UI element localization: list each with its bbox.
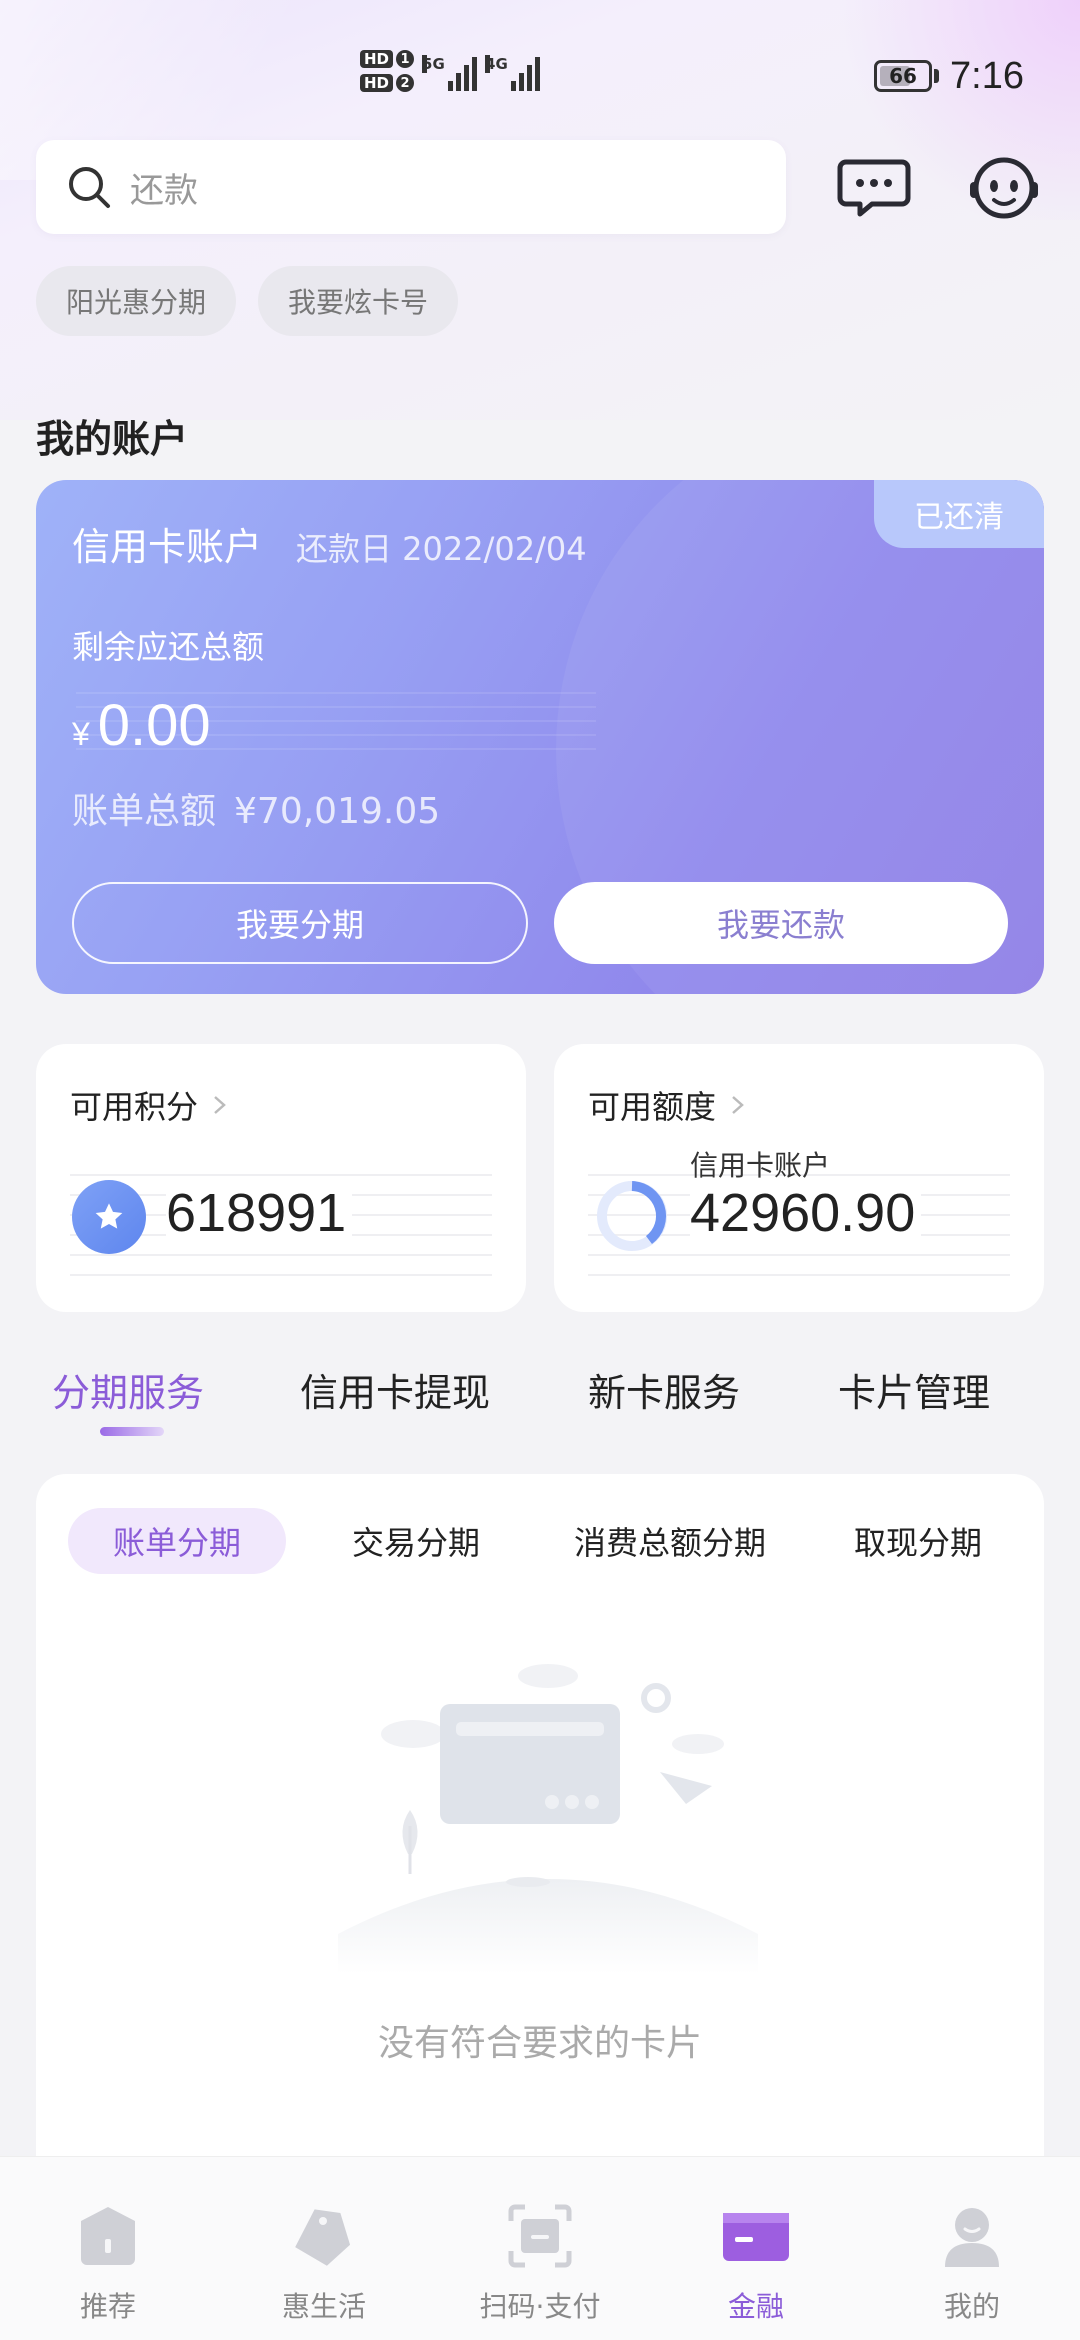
nav-label: 金融	[727, 2290, 784, 2323]
hd-indicator-2: HD 2	[360, 74, 415, 92]
installment-panel: 账单分期 交易分期 消费总额分期 取现分期 没有符合要求的卡片	[36, 1474, 1044, 2174]
signal-4g-icon: 4G	[485, 51, 541, 91]
empty-state-text: 没有符合要求的卡片	[377, 2023, 702, 2064]
chat-icon[interactable]	[836, 148, 912, 224]
assistant-robot-icon[interactable]	[966, 148, 1042, 224]
subtab-cash-installment[interactable]: 取现分期	[820, 1508, 1016, 1574]
credit-limit-value: 42960.90	[690, 1182, 922, 1244]
tab-new-card-service[interactable]: 新卡服务	[588, 1362, 740, 1417]
remaining-label: 剩余应还总额	[72, 628, 265, 666]
scan-icon	[508, 2204, 572, 2268]
nav-label: 推荐	[79, 2290, 136, 2323]
card-title: 信用卡账户	[72, 525, 263, 569]
nav-recommend[interactable]: 推荐	[0, 2157, 216, 2340]
nav-label: 扫码·支付	[479, 2290, 601, 2323]
nav-finance[interactable]: 金融	[648, 2157, 864, 2340]
remaining-amount: ¥0.00	[72, 692, 211, 759]
battery-icon: 66	[874, 60, 939, 92]
tab-installment-service[interactable]: 分期服务	[52, 1362, 204, 1417]
points-value: 618991	[166, 1182, 353, 1244]
nav-label: 惠生活	[281, 2290, 366, 2323]
clock: 7:16	[950, 55, 1024, 97]
points-label: 可用积分	[70, 1082, 230, 1128]
battery-level: 66	[889, 64, 917, 88]
credit-limit-label: 可用额度	[588, 1082, 748, 1128]
search-placeholder: 还款	[130, 170, 198, 211]
subtab-total-spend-installment[interactable]: 消费总额分期	[540, 1508, 800, 1574]
recommend-icon	[81, 2207, 135, 2265]
bill-total-value: ¥70,019.05	[234, 791, 441, 832]
status-badge: 已还清	[874, 480, 1044, 548]
bill-total-label: 账单总额	[72, 791, 217, 832]
bill-total: 账单总额 ¥70,019.05	[72, 782, 440, 834]
repay-button[interactable]: 我要还款	[554, 882, 1008, 964]
search-bar[interactable]: 还款	[36, 140, 786, 234]
points-card[interactable]: 可用积分 618991	[36, 1044, 526, 1312]
remaining-amount-value: 0.00	[97, 693, 211, 758]
empty-state-illustration	[338, 1664, 758, 1974]
section-title-my-account: 我的账户	[36, 417, 189, 461]
currency-symbol: ¥	[72, 716, 90, 752]
signal-5g-icon: 5G	[422, 51, 478, 91]
chip-show-card-number[interactable]: 我要炫卡号	[258, 266, 458, 336]
signal-group: HD 1 HD 2 5G 4G	[360, 50, 541, 92]
bottom-navigation: 推荐 惠生活 扫码·支付 金融 我的	[0, 2156, 1080, 2340]
nav-mine[interactable]: 我的	[864, 2157, 1080, 2340]
nav-scan-pay[interactable]: 扫码·支付	[432, 2157, 648, 2340]
tag-icon	[295, 2209, 351, 2266]
tab-credit-cash-withdraw[interactable]: 信用卡提现	[300, 1362, 490, 1417]
tab-card-management[interactable]: 卡片管理	[838, 1362, 990, 1417]
tab-indicator	[100, 1427, 164, 1436]
status-bar: HD 1 HD 2 5G 4G 66 7:16	[0, 0, 1080, 150]
profile-icon	[945, 2208, 999, 2267]
chevron-right-icon	[732, 1096, 744, 1114]
due-date: 还款日 2022/02/04	[296, 530, 587, 568]
credit-usage-ring-icon	[597, 1181, 667, 1251]
search-icon	[69, 167, 110, 208]
installment-button[interactable]: 我要分期	[72, 882, 528, 964]
network-5g-label: 5G	[422, 55, 445, 73]
credit-account-label: 信用卡账户	[690, 1149, 831, 1182]
subtab-transaction-installment[interactable]: 交易分期	[318, 1508, 514, 1574]
credit-card-account-card[interactable]: 已还清 信用卡账户 还款日 2022/02/04 剩余应还总额 ¥0.00 账单…	[36, 480, 1044, 994]
credit-limit-card[interactable]: 可用额度 信用卡账户 42960.90	[554, 1044, 1044, 1312]
nav-lifestyle[interactable]: 惠生活	[216, 2157, 432, 2340]
hd-indicator-1: HD 1	[360, 50, 415, 68]
star-icon	[72, 1180, 146, 1254]
card-icon	[723, 2213, 789, 2261]
network-4g-label: 4G	[485, 55, 508, 73]
chip-sunshine-installment[interactable]: 阳光惠分期	[36, 266, 236, 336]
subtab-bill-installment[interactable]: 账单分期	[68, 1508, 286, 1574]
chevron-right-icon	[214, 1096, 226, 1114]
nav-label: 我的	[943, 2290, 1000, 2323]
